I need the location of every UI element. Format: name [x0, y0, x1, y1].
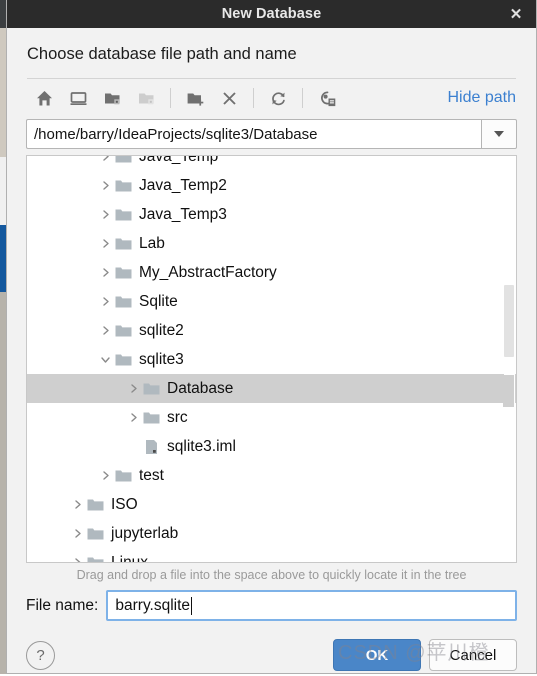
tree-item-label: Database: [167, 379, 234, 397]
folder-icon: [113, 324, 133, 338]
chevron-down-icon[interactable]: [97, 354, 113, 365]
hide-path-link[interactable]: Hide path: [448, 89, 517, 107]
close-icon[interactable]: ✕: [502, 0, 530, 28]
tree-scrollbar-track[interactable]: [503, 157, 515, 561]
tree-item-label: sqlite3: [139, 350, 184, 368]
tree-item[interactable]: Java_Temp: [27, 155, 516, 171]
tree-item-label: Java_Temp3: [139, 205, 227, 223]
chevron-right-icon[interactable]: [69, 499, 85, 510]
folder-icon: [113, 266, 133, 280]
folder-icon: [85, 556, 105, 562]
new-folder-icon[interactable]: [178, 83, 212, 113]
refresh-icon[interactable]: [261, 83, 295, 113]
tree-item[interactable]: sqlite3.iml: [27, 432, 516, 461]
chevron-right-icon[interactable]: [69, 557, 85, 562]
file-name-value: barry.sqlite: [115, 596, 191, 614]
toolbar-separator: [253, 88, 254, 108]
tree-item[interactable]: Linux: [27, 548, 516, 563]
tree-item-label: test: [139, 466, 164, 484]
tree-item-label: Java_Temp: [139, 155, 219, 165]
folder-icon: [113, 469, 133, 483]
tree-item[interactable]: jupyterlab: [27, 519, 516, 548]
file-name-row: File name: barry.sqlite: [26, 590, 517, 621]
folder-up-icon[interactable]: [95, 83, 129, 113]
chevron-right-icon[interactable]: [97, 209, 113, 220]
desktop-icon[interactable]: [61, 83, 95, 113]
tree-item[interactable]: Java_Temp2: [27, 171, 516, 200]
chevron-right-icon[interactable]: [97, 238, 113, 249]
show-hidden-icon[interactable]: [310, 83, 344, 113]
tree-item-label: sqlite2: [139, 321, 184, 339]
dialog-prompt: Choose database file path and name: [27, 45, 297, 63]
file-icon: [141, 439, 161, 455]
chevron-right-icon[interactable]: [97, 325, 113, 336]
tree-item-label: Lab: [139, 234, 165, 252]
tree-item[interactable]: sqlite2: [27, 316, 516, 345]
tree-item-label: Linux: [111, 553, 149, 563]
tree-item[interactable]: Java_Temp3: [27, 200, 516, 229]
tree-item[interactable]: Database: [27, 374, 516, 403]
file-toolbar: Hide path: [27, 79, 516, 117]
chevron-right-icon[interactable]: [125, 412, 141, 423]
path-combobox[interactable]: /home/barry/IdeaProjects/sqlite3/Databas…: [26, 119, 517, 149]
folder-icon: [113, 208, 133, 222]
tree-item[interactable]: Sqlite: [27, 287, 516, 316]
folder-icon: [85, 498, 105, 512]
dialog-buttons: ? OK Cancel: [26, 634, 517, 676]
chevron-down-icon: [494, 131, 504, 137]
folder-icon: [113, 179, 133, 193]
tree-item[interactable]: src: [27, 403, 516, 432]
tree-item[interactable]: Lab: [27, 229, 516, 258]
chevron-right-icon[interactable]: [97, 267, 113, 278]
folder-icon: [141, 411, 161, 425]
path-dropdown-button[interactable]: [481, 119, 517, 149]
path-input[interactable]: /home/barry/IdeaProjects/sqlite3/Databas…: [26, 119, 481, 149]
delete-icon[interactable]: [212, 83, 246, 113]
file-name-input[interactable]: barry.sqlite: [106, 590, 517, 621]
chevron-right-icon[interactable]: [97, 470, 113, 481]
tree-item-label: src: [167, 408, 188, 426]
drag-drop-hint: Drag and drop a file into the space abov…: [76, 568, 467, 582]
chevron-right-icon[interactable]: [97, 180, 113, 191]
tree-item-label: jupyterlab: [111, 524, 179, 542]
cancel-button[interactable]: Cancel: [429, 639, 517, 671]
toolbar-separator: [170, 88, 171, 108]
help-button[interactable]: ?: [26, 640, 55, 670]
file-name-label: File name:: [26, 596, 99, 614]
toolbar-separator: [302, 88, 303, 108]
tree-item-label: My_AbstractFactory: [139, 263, 277, 281]
tree-item-label: Sqlite: [139, 292, 178, 310]
folder-icon: [113, 237, 133, 251]
tree-item-label: ISO: [111, 495, 138, 513]
folder-icon: [113, 295, 133, 309]
chevron-right-icon[interactable]: [97, 156, 113, 162]
tree-item-label: Java_Temp2: [139, 176, 227, 194]
chevron-right-icon[interactable]: [125, 383, 141, 394]
file-tree[interactable]: Java_Temp Java_Temp2 Java_Temp3 Lab My_Abstr…: [26, 155, 517, 563]
folder-back-icon: [129, 83, 163, 113]
chevron-right-icon[interactable]: [97, 296, 113, 307]
folder-icon: [85, 527, 105, 541]
new-database-dialog: New Database ✕ Choose database file path…: [6, 0, 537, 674]
home-icon[interactable]: [27, 83, 61, 113]
tree-item[interactable]: My_AbstractFactory: [27, 258, 516, 287]
tree-item[interactable]: sqlite3: [27, 345, 516, 374]
folder-icon: [113, 353, 133, 367]
folder-icon: [113, 156, 133, 164]
tree-item[interactable]: ISO: [27, 490, 516, 519]
chevron-right-icon[interactable]: [69, 528, 85, 539]
tree-scrollbar-thumb-secondary[interactable]: [503, 375, 514, 407]
folder-icon: [141, 382, 161, 396]
dialog-title: New Database: [221, 6, 322, 22]
file-tree-rows: Java_Temp Java_Temp2 Java_Temp3 Lab My_Abstr…: [27, 155, 516, 563]
tree-twisty-placeholder: [125, 441, 141, 452]
tree-item[interactable]: test: [27, 461, 516, 490]
tree-scrollbar-thumb[interactable]: [504, 285, 514, 357]
text-cursor: [191, 596, 193, 615]
tree-item-label: sqlite3.iml: [167, 437, 236, 455]
dialog-titlebar: New Database ✕: [7, 0, 536, 28]
ok-button[interactable]: OK: [333, 639, 421, 671]
